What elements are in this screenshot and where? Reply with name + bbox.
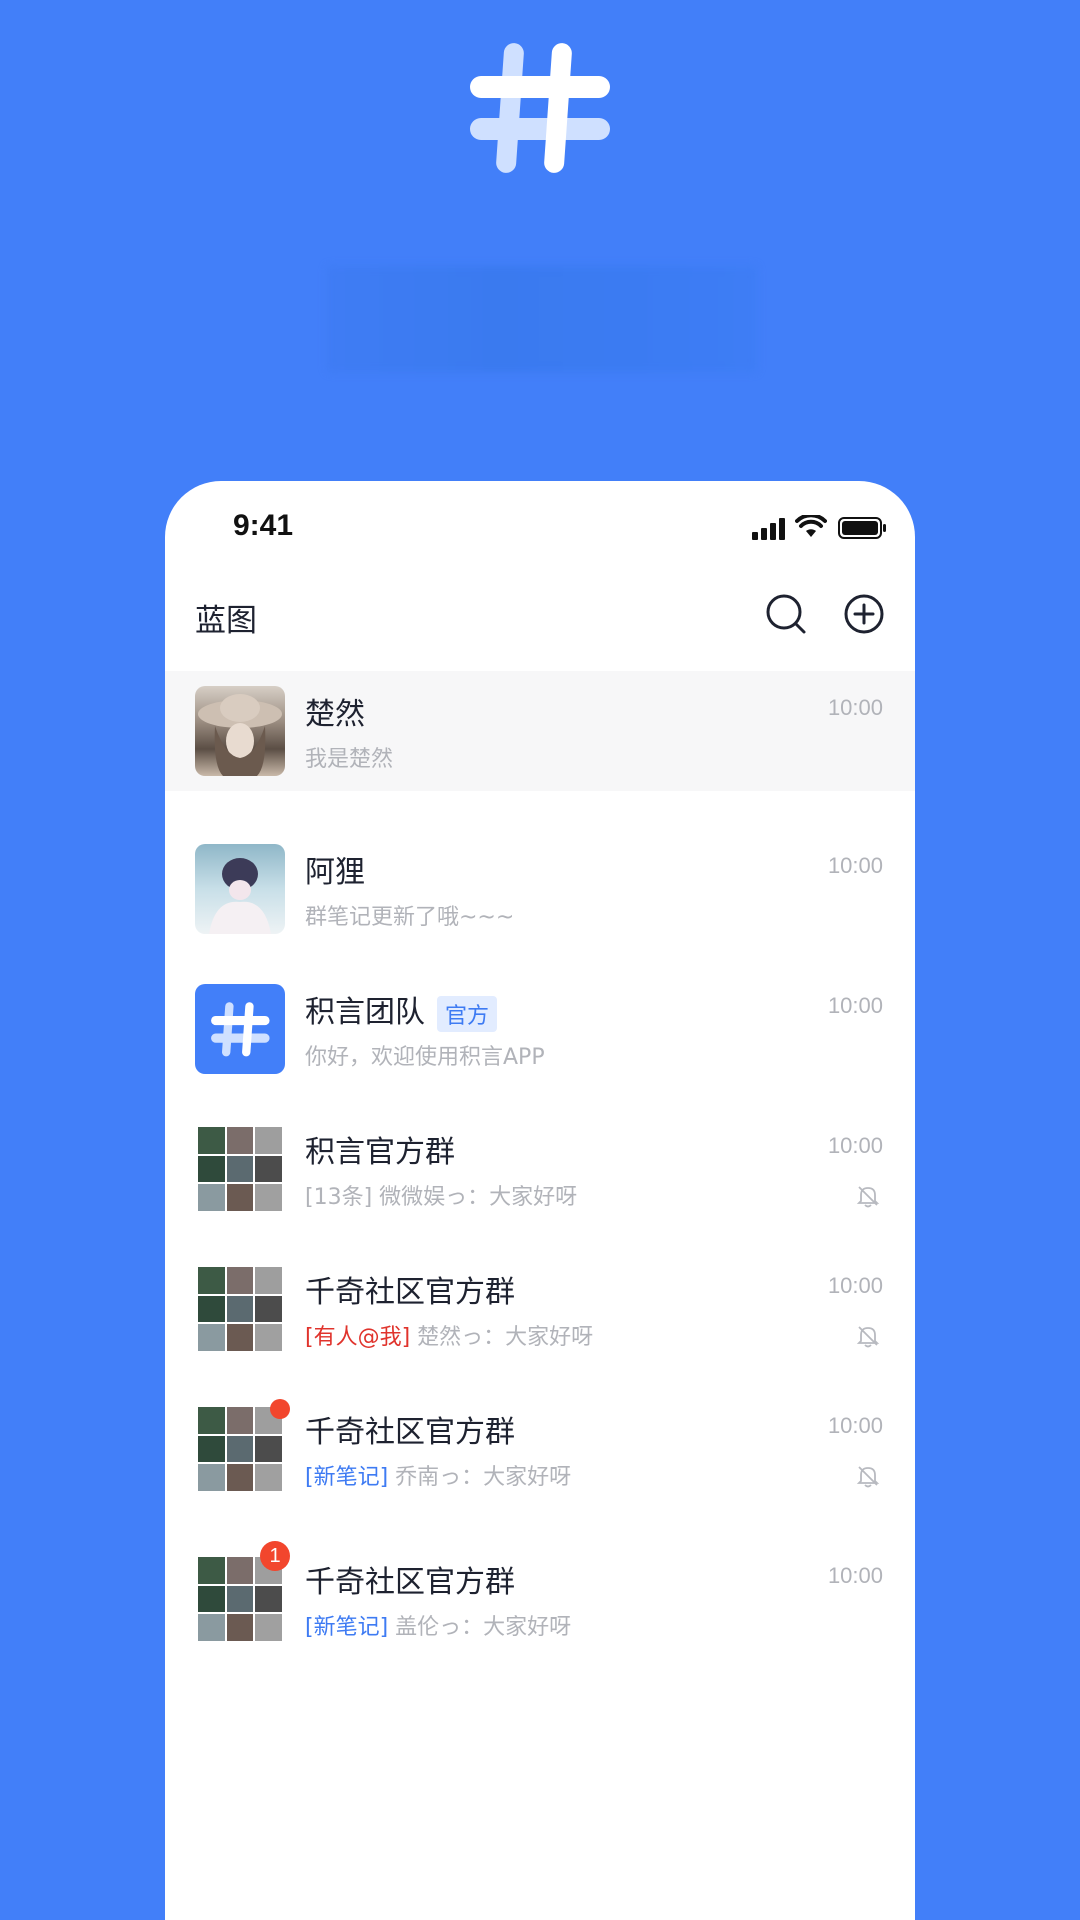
hat-avatar-icon [198, 694, 282, 776]
person-avatar-icon [209, 858, 271, 934]
unread-badge: 1 [260, 1541, 290, 1571]
chat-time: 10:00 [827, 1413, 883, 1438]
signal-icon [752, 518, 785, 540]
note-prefix: [新笔记] [305, 1465, 389, 1490]
chat-message: [13条] 微微娱っ：大家好呀 [305, 1185, 578, 1210]
blurred-banner [327, 266, 757, 372]
app-logo-icon [211, 1002, 270, 1057]
avatar [195, 686, 285, 776]
chat-message-text: 乔南っ：大家好呀 [388, 1465, 572, 1490]
mute-bell-icon [856, 1326, 880, 1348]
note-prefix: [新笔记] [305, 1615, 389, 1640]
chat-message: [有人@我] 楚然っ：大家好呀 [305, 1319, 593, 1351]
chat-name: 千奇社区官方群 [305, 1565, 515, 1600]
search-icon[interactable] [765, 593, 807, 635]
chat-time: 10:00 [827, 993, 883, 1018]
chat-name-text: 积言团队 [305, 995, 425, 1030]
chat-message: 我是楚然 [305, 747, 394, 772]
chat-name: 千奇社区官方群 [305, 1275, 515, 1310]
add-icon[interactable] [843, 593, 885, 635]
chat-item[interactable]: 阿狸 群笔记更新了哦~~~ 10:00 [165, 829, 915, 949]
mute-bell-icon [856, 1466, 880, 1488]
chat-name: 千奇社区官方群 [305, 1415, 515, 1450]
status-time: 9:41 [233, 509, 294, 542]
chat-name: 阿狸 [305, 855, 365, 890]
chat-message-text: 楚然っ：大家好呀 [410, 1325, 594, 1350]
chat-time: 10:00 [827, 853, 883, 878]
app-logo [470, 43, 610, 173]
group-avatar [195, 1404, 285, 1494]
chat-name: 积言官方群 [305, 1135, 455, 1170]
unread-dot [270, 1399, 290, 1419]
chat-item[interactable]: 楚然 我是楚然 10:00 [165, 671, 915, 791]
wifi-icon [795, 515, 827, 537]
nav-bar: 蓝图 [165, 581, 915, 671]
group-avatar [195, 1264, 285, 1354]
chat-item[interactable]: 积言团队 官方 你好，欢迎使用积言APP 10:00 [165, 969, 915, 1089]
phone-frame: 9:41 蓝图 楚然 我是楚然 10:00 阿狸 群笔记更新了哦~~~ 10:0… [165, 481, 915, 1920]
chat-time: 10:00 [827, 1133, 883, 1158]
chat-item[interactable]: 千奇社区官方群 [新笔记] 乔南っ：大家好呀 10:00 [165, 1389, 915, 1509]
chat-name: 楚然 [305, 697, 365, 732]
chat-item[interactable]: 积言官方群 [13条] 微微娱っ：大家好呀 10:00 [165, 1109, 915, 1229]
avatar [195, 844, 285, 934]
chat-message: 你好，欢迎使用积言APP [305, 1045, 545, 1070]
chat-name: 积言团队 官方 [305, 987, 498, 1032]
chat-message: [新笔记] 乔南っ：大家好呀 [305, 1459, 571, 1491]
mute-bell-icon [856, 1186, 880, 1208]
group-avatar [195, 1124, 285, 1214]
page-title: 蓝图 [195, 603, 257, 639]
chat-time: 10:00 [827, 695, 883, 720]
chat-item[interactable]: 1 千奇社区官方群 [新笔记] 盖伦っ：大家好呀 10:00 [165, 1539, 915, 1659]
chat-message: 群笔记更新了哦~~~ [305, 905, 515, 930]
chat-message-text: 盖伦っ：大家好呀 [388, 1615, 572, 1640]
avatar [195, 984, 285, 1074]
battery-icon [838, 517, 886, 539]
chat-message: [新笔记] 盖伦っ：大家好呀 [305, 1609, 571, 1641]
chat-time: 10:00 [827, 1273, 883, 1298]
chat-time: 10:00 [827, 1563, 883, 1588]
status-bar: 9:41 [165, 481, 915, 571]
official-tag: 官方 [437, 995, 498, 1032]
mention-prefix: [有人@我] [305, 1325, 411, 1350]
chat-item[interactable]: 千奇社区官方群 [有人@我] 楚然っ：大家好呀 10:00 [165, 1249, 915, 1369]
